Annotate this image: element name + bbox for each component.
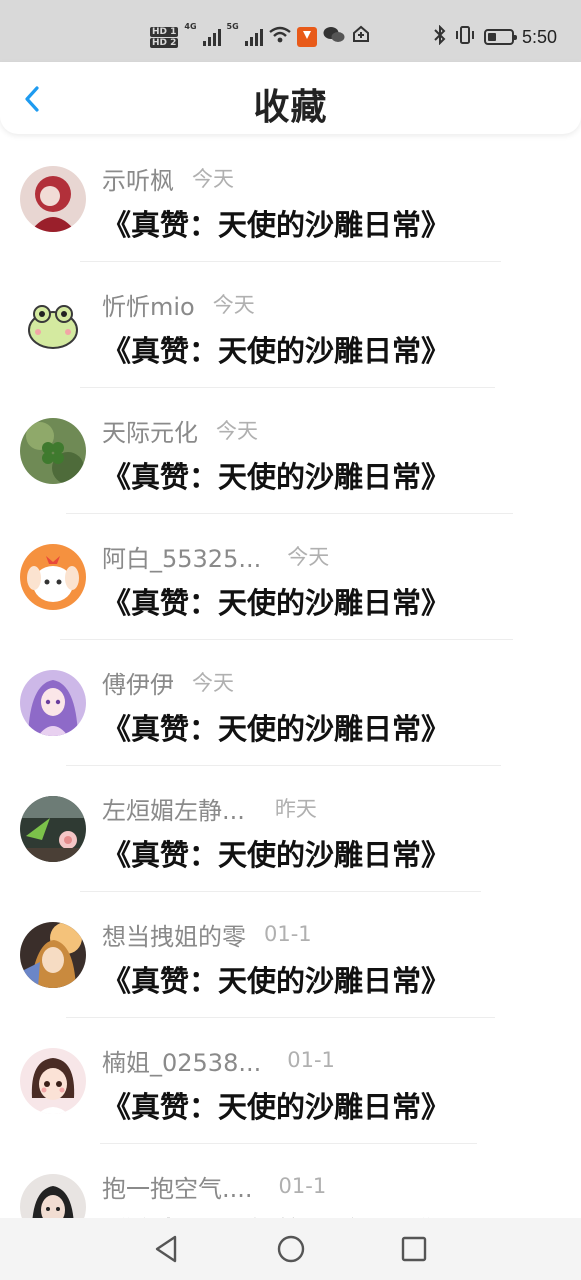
nav-back-button[interactable] — [152, 1234, 182, 1264]
timestamp: 今天 — [216, 419, 258, 443]
page-title: 收藏 — [253, 87, 328, 128]
avatar[interactable] — [20, 922, 86, 988]
wifi-icon — [268, 26, 291, 49]
wechat-icon — [323, 26, 345, 49]
signal-icon — [202, 28, 221, 46]
network-4g-label: 4G — [184, 22, 197, 31]
avatar[interactable] — [20, 166, 86, 232]
user-name[interactable]: 傅伊伊 — [102, 665, 174, 700]
list-item[interactable]: 想当拽姐的零 01-1 《真赞：天使的沙雕日常》 — [0, 892, 581, 1018]
download-icon — [296, 27, 317, 47]
hd-icon: HD 1 HD 2 — [150, 26, 179, 48]
list-item[interactable]: 傅伊伊 今天 《真赞：天使的沙雕日常》 — [0, 640, 581, 766]
avatar[interactable] — [20, 1048, 86, 1114]
avatar[interactable] — [20, 292, 86, 358]
avatar[interactable] — [20, 796, 86, 862]
favorites-list: 示听枫 今天 《真赞：天使的沙雕日常》 忻忻mio 今天 《真赞：天使的沙雕日常… — [0, 136, 581, 1270]
timestamp: 今天 — [212, 293, 255, 317]
timestamp: 今天 — [192, 671, 234, 695]
header: 收藏 — [0, 62, 581, 134]
user-name[interactable]: 想当拽姐的零 — [102, 917, 246, 952]
list-item[interactable]: 天际元化 今天 《真赞：天使的沙雕日常》 — [0, 388, 581, 514]
list-item[interactable]: 左烜媚左静... 昨天 《真赞：天使的沙雕日常》 — [0, 766, 581, 892]
book-title[interactable]: 《真赞：天使的沙雕日常》 — [102, 1084, 450, 1126]
user-name[interactable]: 阿白_55325... — [102, 539, 261, 574]
book-title[interactable]: 《真赞：天使的沙雕日常》 — [102, 958, 450, 1000]
bluetooth-icon — [434, 24, 446, 50]
list-item[interactable]: 示听枫 今天 《真赞：天使的沙雕日常》 — [0, 136, 581, 262]
user-name[interactable]: 抱一抱空气.... — [102, 1169, 253, 1204]
item-meta: 想当拽姐的零 01-1 — [102, 917, 312, 952]
timestamp: 今天 — [287, 545, 330, 569]
user-name[interactable]: 天际元化 — [102, 413, 198, 448]
avatar[interactable] — [20, 544, 86, 610]
book-title[interactable]: 《真赞：天使的沙雕日常》 — [102, 202, 450, 244]
game-icon — [351, 25, 371, 50]
status-bar: HD 1 HD 2 4G 5G 5:50 — [0, 0, 581, 62]
avatar[interactable] — [20, 418, 86, 484]
vibrate-icon — [454, 25, 476, 50]
avatar[interactable] — [20, 670, 86, 736]
item-meta: 楠姐_02538... 01-1 — [102, 1043, 335, 1078]
clock: 5:50 — [521, 26, 557, 47]
timestamp: 01-1 — [278, 1174, 327, 1198]
network-5g-label: 5G — [226, 22, 239, 31]
item-meta: 阿白_55325... 今天 — [102, 539, 330, 574]
nav-recents-button[interactable] — [399, 1234, 429, 1264]
book-title[interactable]: 《真赞：天使的沙雕日常》 — [102, 454, 450, 496]
status-icons-left: HD 1 HD 2 4G 5G — [150, 22, 371, 52]
item-meta: 抱一抱空气.... 01-1 — [102, 1169, 327, 1204]
book-title[interactable]: 《真赞：天使的沙雕日常》 — [102, 832, 450, 874]
item-meta: 忻忻mio 今天 — [102, 287, 255, 322]
book-title[interactable]: 《真赞：天使的沙雕日常》 — [102, 706, 450, 748]
book-title[interactable]: 《真赞：天使的沙雕日常》 — [102, 580, 450, 622]
signal-icon-2 — [244, 28, 263, 46]
timestamp: 01-1 — [264, 922, 312, 946]
item-meta: 傅伊伊 今天 — [102, 665, 234, 700]
status-icons-right: 5:50 — [434, 22, 557, 52]
timestamp: 01-1 — [287, 1048, 335, 1072]
list-item[interactable]: 忻忻mio 今天 《真赞：天使的沙雕日常》 — [0, 262, 581, 388]
item-meta: 左烜媚左静... 昨天 — [102, 791, 317, 826]
user-name[interactable]: 忻忻mio — [102, 287, 195, 322]
back-triangle-icon — [155, 1235, 177, 1263]
system-nav-bar — [0, 1218, 581, 1280]
timestamp: 昨天 — [274, 797, 317, 821]
home-circle-icon — [277, 1235, 305, 1263]
list-item[interactable]: 楠姐_02538... 01-1 《真赞：天使的沙雕日常》 — [0, 1018, 581, 1144]
battery-icon — [483, 29, 517, 45]
user-name[interactable]: 示听枫 — [102, 161, 174, 196]
nav-home-button[interactable] — [276, 1234, 306, 1264]
user-name[interactable]: 楠姐_02538... — [102, 1043, 261, 1078]
list-item[interactable]: 阿白_55325... 今天 《真赞：天使的沙雕日常》 — [0, 514, 581, 640]
book-title[interactable]: 《真赞：天使的沙雕日常》 — [102, 328, 450, 370]
user-name[interactable]: 左烜媚左静... — [102, 791, 245, 826]
item-meta: 示听枫 今天 — [102, 161, 234, 196]
timestamp: 今天 — [192, 167, 234, 191]
recents-square-icon — [401, 1236, 427, 1262]
item-meta: 天际元化 今天 — [102, 413, 258, 448]
